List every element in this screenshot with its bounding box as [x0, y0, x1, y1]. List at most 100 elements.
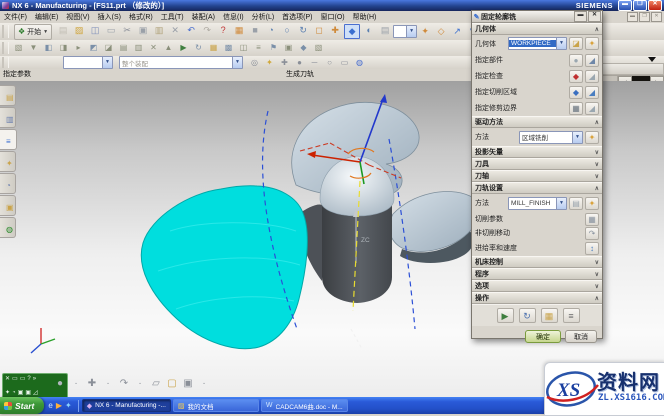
minimize-button[interactable]: ▬: [618, 0, 632, 11]
fit-view-icon[interactable]: ◻: [312, 24, 326, 37]
display-check-button[interactable]: ◢: [585, 70, 599, 83]
section-machine-control[interactable]: 机床控制 ∨: [472, 256, 602, 268]
copy-operation-icon[interactable]: ▤: [117, 42, 130, 54]
path-method-combo[interactable]: MILL_FINISH ▼: [508, 197, 567, 210]
internet-explorer-tab[interactable]: ◍: [0, 217, 16, 238]
edit-operation-icon[interactable]: ◩: [87, 42, 100, 54]
tip-panel-icon[interactable]: ▭: [20, 375, 26, 383]
integrated-simulation-tab[interactable]: ◔: [0, 173, 16, 194]
paste-operation-icon[interactable]: ▥: [132, 42, 145, 54]
display-cut-area-button[interactable]: ◢: [585, 86, 599, 99]
open-folder-icon[interactable]: ▨: [72, 24, 86, 37]
tip-panel-icon[interactable]: ▣: [18, 389, 24, 397]
help-icon[interactable]: ?: [216, 24, 230, 37]
menu-item[interactable]: 装配(A): [188, 12, 219, 22]
dialog-titlebar[interactable]: ✎ 固定轮廓铣 ▬ ✕: [472, 11, 602, 23]
constraint-navigator-tab[interactable]: ▥: [0, 107, 16, 128]
menu-item[interactable]: 首选项(P): [278, 12, 316, 22]
section-program[interactable]: 程序 ∨: [472, 268, 602, 280]
flag-icon[interactable]: ⚑: [267, 42, 280, 54]
cut-icon[interactable]: ✂: [120, 24, 134, 37]
dot-sep2-icon[interactable]: ·: [101, 377, 115, 390]
create-program-icon[interactable]: ▧: [12, 42, 25, 54]
fixed-contour-mill-dialog[interactable]: ✎ 固定轮廓铣 ▬ ✕ 几何体 ∧ 几何体 WORKPIECE ▼ ◪ ✦ 指定…: [471, 10, 603, 339]
menu-item[interactable]: 分析(L): [248, 12, 279, 22]
ok-button[interactable]: 确定: [525, 330, 561, 343]
machine-icon[interactable]: ◫: [237, 42, 250, 54]
mid-point-icon[interactable]: ─: [308, 57, 321, 68]
redo-icon[interactable]: ↷: [200, 24, 214, 37]
task-nx[interactable]: ◆ NX 6 - Manufacturing -...: [82, 399, 171, 412]
undo-icon[interactable]: ↶: [184, 24, 198, 37]
child-close-button[interactable]: ✕: [651, 12, 662, 22]
save-icon[interactable]: ◫: [88, 24, 102, 37]
menu-item[interactable]: 文件(F): [0, 12, 31, 22]
restore-button[interactable]: ❐: [633, 0, 647, 11]
cancel-button[interactable]: 取消: [565, 330, 597, 343]
section-geometry[interactable]: 几何体 ∧: [472, 23, 602, 35]
sphere-filter-icon[interactable]: ●: [53, 377, 67, 390]
view-combo[interactable]: ▼: [393, 25, 417, 38]
point-snap-icon[interactable]: ✚: [85, 377, 99, 390]
tip-panel-icon[interactable]: ?: [27, 375, 30, 383]
toolbar-grip[interactable]: [2, 25, 9, 39]
copy-icon[interactable]: ▣: [136, 24, 150, 37]
non-cutting-moves-button[interactable]: ↷: [585, 227, 599, 240]
ie-quicklaunch-icon[interactable]: e: [48, 401, 52, 410]
tip-panel-icon[interactable]: ▣: [25, 389, 31, 397]
pan-icon[interactable]: ✚: [328, 24, 342, 37]
create-operation-icon[interactable]: ▸: [72, 42, 85, 54]
display-mode-icon[interactable]: ■: [248, 24, 262, 37]
section-projection-vector[interactable]: 投影矢量 ∨: [472, 146, 602, 158]
shaded-view-icon[interactable]: ◆: [344, 24, 360, 39]
select-trim-button[interactable]: ▦: [569, 102, 583, 115]
cutting-params-button[interactable]: ▦: [585, 213, 599, 226]
menu-item[interactable]: 插入(S): [94, 12, 125, 22]
dot-sep4-icon[interactable]: ·: [197, 377, 211, 390]
media-quicklaunch-icon[interactable]: ▶: [56, 401, 62, 410]
create-geometry-icon[interactable]: ◧: [42, 42, 55, 54]
dot-sep-icon[interactable]: ·: [69, 377, 83, 390]
toolbar-grip[interactable]: [2, 42, 9, 55]
start-button[interactable]: Start: [0, 397, 44, 414]
edit-method-button[interactable]: ✦: [585, 197, 599, 210]
edit-drive-method-button[interactable]: ✦: [585, 131, 599, 144]
rect-select-icon[interactable]: ▭: [338, 57, 351, 68]
orient-view-icon[interactable]: ◐: [362, 24, 376, 37]
verify-toolpath-icon[interactable]: ▦: [207, 42, 220, 54]
display-part-button[interactable]: ◢: [585, 54, 599, 67]
tool-display-icon[interactable]: ◆: [297, 42, 310, 54]
select-cut-area-button[interactable]: ◆: [569, 86, 583, 99]
window-icon[interactable]: ▤: [378, 24, 392, 37]
plane-snap-icon[interactable]: ▱: [149, 377, 163, 390]
start-app-button[interactable]: ❖ 开始 ▼: [14, 24, 52, 40]
toolbar-grip[interactable]: [2, 57, 9, 67]
child-restore-button[interactable]: ❐: [639, 12, 650, 22]
menu-item[interactable]: 窗口(O): [317, 12, 349, 22]
docked-panel-button[interactable]: [602, 63, 664, 75]
machine-tool-navigator-tab[interactable]: ✦: [0, 151, 16, 172]
edit-geometry-button[interactable]: ✦: [585, 37, 599, 50]
delete-icon[interactable]: ✕: [168, 24, 182, 37]
dialog-collapse-icon[interactable]: ▬: [574, 11, 587, 22]
point-icon[interactable]: ✚: [278, 57, 291, 68]
list-icon[interactable]: ≡: [252, 42, 265, 54]
section-tool[interactable]: 刀具 ∨: [472, 158, 602, 170]
menu-item[interactable]: 视图(V): [62, 12, 93, 22]
select-check-button[interactable]: ◆: [569, 70, 583, 83]
delete-operation-icon[interactable]: ✕: [147, 42, 160, 54]
generate-toolpath-icon[interactable]: ▶: [177, 42, 190, 54]
new-method-button[interactable]: ▤: [569, 197, 583, 210]
generate-button[interactable]: ▶: [497, 308, 514, 323]
task-word-doc[interactable]: W CADCAM6曲.doc - M...: [261, 399, 348, 412]
rotate-view-icon[interactable]: ↻: [296, 24, 310, 37]
new-geometry-button[interactable]: ◪: [569, 37, 583, 50]
dialog-close-icon[interactable]: ✕: [588, 11, 601, 22]
dot-sep3-icon[interactable]: ·: [133, 377, 147, 390]
workpiece-icon[interactable]: ▣: [282, 42, 295, 54]
layers-icon[interactable]: ▦: [232, 24, 246, 37]
paste-icon[interactable]: ▥: [152, 24, 166, 37]
child-minimize-button[interactable]: ▬: [627, 12, 638, 22]
replay-toolpath-icon[interactable]: ↻: [192, 42, 205, 54]
snap-point-icon[interactable]: ✦: [263, 57, 276, 68]
